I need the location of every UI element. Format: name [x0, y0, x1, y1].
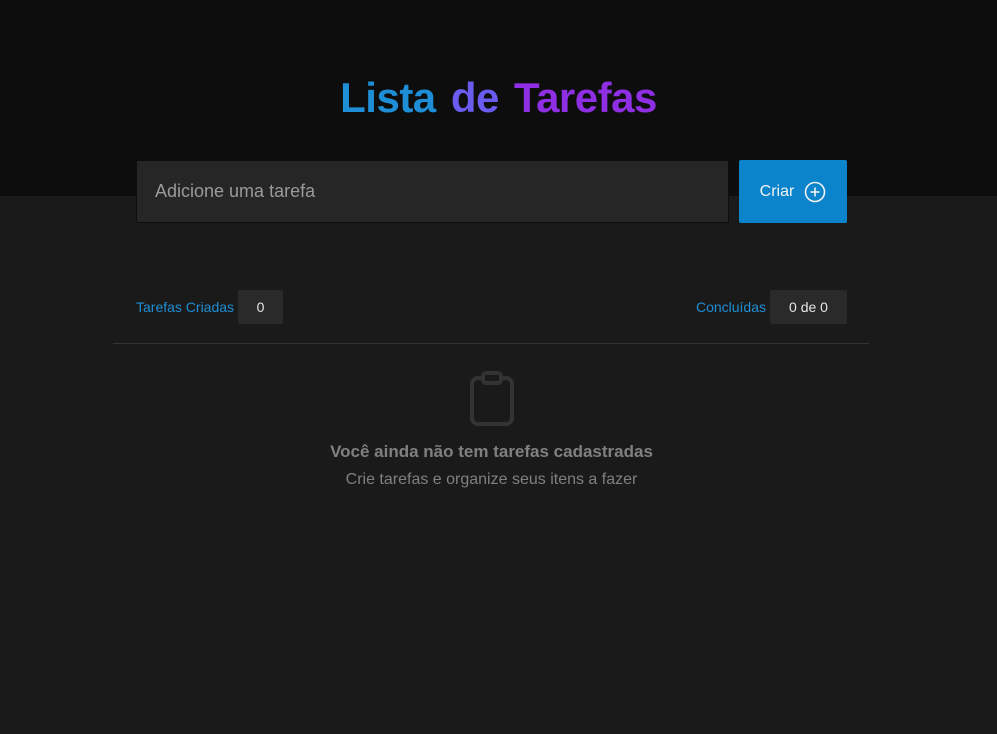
plus-circle-icon [805, 181, 826, 202]
page-title: Lista de Tarefas [0, 74, 997, 122]
created-counter-label: Tarefas Criadas [136, 299, 235, 315]
empty-state-title: Você ainda não tem tarefas cadastradas [330, 442, 653, 461]
task-counters: Tarefas Criadas 0 Concluídas 0 de 0 [136, 290, 847, 324]
title-word-2: de [450, 74, 500, 121]
create-button-label: Criar [759, 182, 795, 200]
done-counter-label: Concluídas [695, 299, 766, 315]
clipboard-icon [469, 371, 514, 426]
created-counter-value: 0 [238, 290, 284, 324]
created-counter: Tarefas Criadas 0 [136, 290, 284, 324]
done-counter-value: 0 de 0 [770, 290, 847, 324]
title-word-1: Lista [340, 74, 436, 121]
done-counter: Concluídas 0 de 0 [696, 290, 847, 324]
divider [113, 343, 869, 344]
empty-state-subtitle: Crie tarefas e organize seus itens a faz… [345, 471, 638, 488]
new-task-form: Criar [136, 160, 847, 223]
title-word-3: Tarefas [514, 74, 657, 121]
empty-state: Você ainda não tem tarefas cadastradas C… [0, 370, 983, 489]
task-input[interactable] [136, 160, 729, 223]
create-button[interactable]: Criar [739, 160, 847, 223]
